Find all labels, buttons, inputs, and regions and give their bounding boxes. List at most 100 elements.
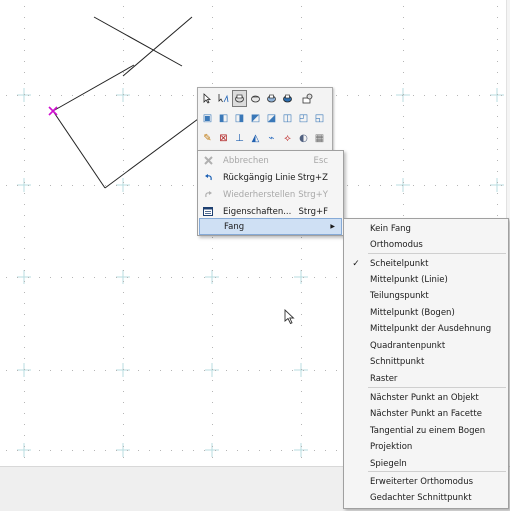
menu-item-undo[interactable]: Rückgängig Linie Strg+Z	[199, 169, 342, 186]
tool-5-icon[interactable]: ⌁	[264, 130, 279, 147]
menu-item-label: Rückgängig Linie	[223, 172, 296, 183]
submenu-item[interactable]: Quadrantenpunkt	[344, 338, 508, 354]
grid-dot	[193, 277, 194, 278]
menu-item-cancel[interactable]: Abbrechen Esc	[199, 152, 342, 169]
submenu-item[interactable]: Nächster Punkt an Facette	[344, 406, 508, 422]
grid-dot	[301, 402, 302, 403]
grid-dot	[160, 185, 161, 186]
menu-item-redo[interactable]: Wiederherstellen Strg+Y	[199, 186, 342, 203]
node-pointer-icon[interactable]	[216, 90, 231, 107]
grid-dot	[171, 277, 172, 278]
submenu-item[interactable]: Mittelpunkt (Linie)	[344, 272, 508, 288]
grid-dot	[212, 424, 213, 425]
grid-dot	[303, 370, 304, 371]
snap-object-4-icon[interactable]	[280, 90, 295, 107]
menu-item-shortcut: Strg+F	[298, 206, 328, 217]
grid-dot	[149, 277, 150, 278]
submenu-item[interactable]: Mittelpunkt der Ausdehnung	[344, 321, 508, 337]
submenu-item[interactable]: Kein Fang	[344, 221, 508, 237]
tool-4-icon[interactable]: ◭	[248, 130, 263, 147]
grid-dot	[123, 237, 124, 238]
grid-dot	[61, 95, 62, 96]
grid-dot	[123, 17, 124, 18]
grid-dot	[123, 39, 124, 40]
grid-dot	[123, 193, 124, 194]
grid-dot	[61, 450, 62, 451]
cube-view-6-icon[interactable]: ◫	[280, 110, 295, 127]
grid-dot	[403, 116, 404, 117]
menu-separator	[368, 253, 506, 254]
grid-dot	[301, 424, 302, 425]
submenu-item[interactable]: Projektion	[344, 439, 508, 455]
submenu-item[interactable]: Gedachter Schnittpunkt	[344, 490, 508, 506]
grid-dot	[212, 413, 213, 414]
grid-dot	[301, 358, 302, 359]
snap-object-3-icon[interactable]	[264, 90, 279, 107]
grid-dot	[259, 370, 260, 371]
submenu-item[interactable]: Raster	[344, 371, 508, 387]
cube-view-1-icon[interactable]: ▣	[200, 110, 215, 127]
tool-2-icon[interactable]: ⊠	[216, 130, 231, 147]
submenu-item[interactable]: Teilungspunkt	[344, 288, 508, 304]
grid-dot	[24, 50, 25, 51]
grid-dot	[61, 185, 62, 186]
drawn-lines[interactable]	[52, 16, 199, 189]
snap-settings-icon[interactable]	[300, 90, 315, 107]
submenu-item[interactable]: Orthomodus	[344, 237, 508, 253]
grid-dot	[83, 450, 84, 451]
grid-dot	[28, 370, 29, 371]
tool-7-icon[interactable]: ◐	[296, 130, 311, 147]
snap-object-icon[interactable]	[232, 90, 247, 107]
grid-dot	[94, 185, 95, 186]
line-segment[interactable]	[122, 16, 193, 77]
submenu-item[interactable]: Erweiterter Orthomodus	[344, 474, 508, 490]
snap-submenu: Kein Fang Orthomodus ✓ Scheitelpunkt Mittelp…	[343, 218, 509, 509]
grid-dot	[17, 95, 18, 96]
menu-item-shortcut: Strg+Y	[298, 189, 328, 200]
tool-3-icon[interactable]: ⊥	[232, 130, 247, 147]
submenu-item[interactable]: Mittelpunkt (Bogen)	[344, 305, 508, 321]
grid-dot	[193, 450, 194, 451]
grid-dot	[123, 171, 124, 172]
grid-dot	[301, 83, 302, 84]
submenu-item[interactable]: ✓ Scheitelpunkt	[344, 256, 508, 272]
menu-item-snap[interactable]: Fang ▶	[199, 218, 342, 235]
line-segment[interactable]	[93, 16, 183, 67]
grid-dot	[380, 185, 381, 186]
line-segment[interactable]	[52, 64, 135, 112]
grid-dot	[39, 277, 40, 278]
submenu-item[interactable]: Nächster Punkt an Objekt	[344, 390, 508, 406]
snap-object-2-icon[interactable]	[248, 90, 263, 107]
cube-view-4-icon[interactable]: ◩	[248, 110, 263, 127]
grid-dot	[380, 95, 381, 96]
line-segment[interactable]	[52, 110, 106, 189]
grid-dot	[182, 370, 183, 371]
line-segment[interactable]	[104, 118, 199, 189]
submenu-item[interactable]: Spiegeln	[344, 456, 508, 472]
submenu-item[interactable]: Tangential zu einem Bogen	[344, 423, 508, 439]
menu-separator	[368, 387, 506, 388]
grid-dot	[138, 370, 139, 371]
grid-dot	[497, 6, 498, 7]
grid-dot	[83, 95, 84, 96]
submenu-item-label: Projektion	[370, 442, 413, 452]
submenu-item[interactable]: Schnittpunkt	[344, 354, 508, 370]
grid-dot	[212, 39, 213, 40]
grid-dot	[193, 95, 194, 96]
menu-item-shortcut: Esc	[313, 155, 328, 166]
grid-dot	[237, 370, 238, 371]
tool-8-icon[interactable]: ▦	[312, 130, 327, 147]
tool-1-icon[interactable]: ✎	[200, 130, 215, 147]
grid-dot	[94, 370, 95, 371]
tool-6-icon[interactable]: ⟡	[280, 130, 295, 147]
cube-view-7-icon[interactable]: ◰	[296, 110, 311, 127]
grid-dot	[212, 457, 213, 458]
cancel-icon	[199, 156, 217, 165]
cube-view-8-icon[interactable]: ◱	[312, 110, 327, 127]
pointer-icon[interactable]	[200, 90, 215, 107]
cube-view-5-icon[interactable]: ◪	[264, 110, 279, 127]
grid-dot	[17, 370, 18, 371]
cube-view-2-icon[interactable]: ◧	[216, 110, 231, 127]
cube-view-3-icon[interactable]: ◨	[232, 110, 247, 127]
grid-dot	[24, 292, 25, 293]
